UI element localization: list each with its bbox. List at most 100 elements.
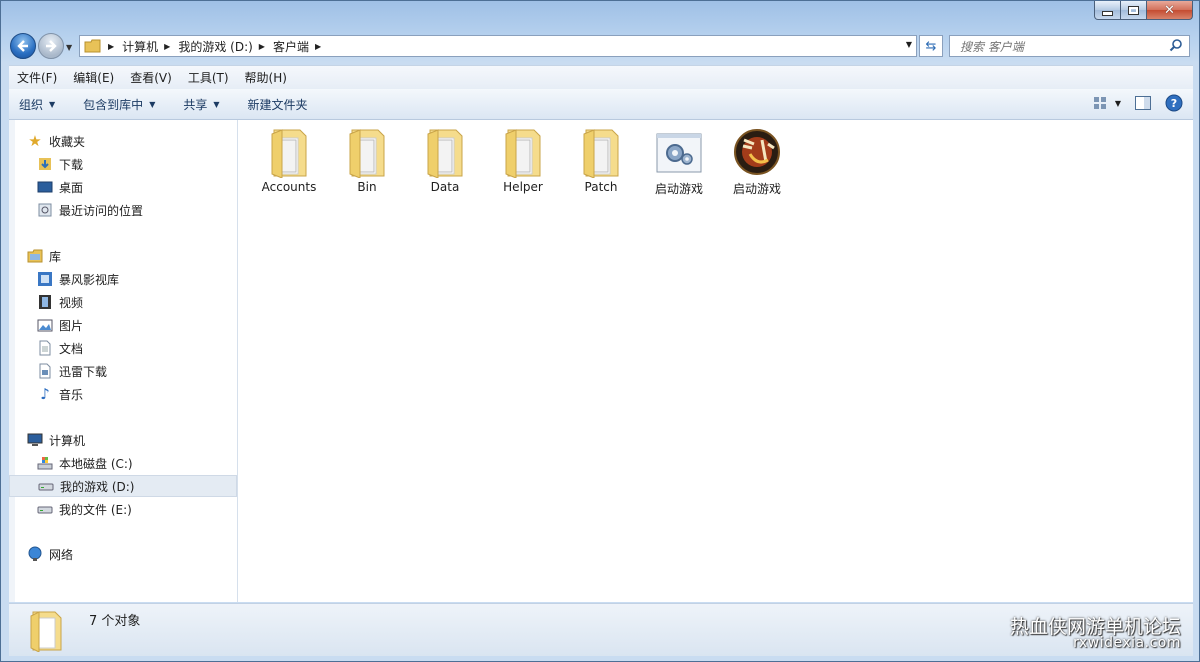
nav-label: 迅雷下载 — [59, 364, 108, 379]
chevron-down-icon: ▼ — [149, 99, 156, 109]
drive-icon — [38, 478, 54, 494]
help-icon[interactable]: ? — [1165, 94, 1183, 112]
include-library-label: 包含到库中 — [83, 97, 144, 112]
organize-button[interactable]: 组织 ▼ — [9, 96, 67, 113]
menu-edit[interactable]: 编辑(E) — [65, 69, 122, 86]
video-library-icon — [37, 271, 53, 287]
breadcrumb-arrow-icon[interactable]: ▶ — [315, 42, 321, 51]
nav-item-recent[interactable]: 最近访问的位置 — [37, 199, 237, 221]
nav-label: 音乐 — [59, 387, 84, 402]
watermark: 热血侠网游单机论坛 rxwidexia.com — [1010, 612, 1181, 651]
file-item-helper[interactable]: Helper — [486, 126, 560, 194]
nav-computer[interactable]: 计算机 — [27, 429, 237, 451]
nav-item-drive-e[interactable]: 我的文件 (E:) — [37, 498, 237, 520]
close-icon: ✕ — [1164, 2, 1175, 18]
nav-label: 桌面 — [59, 180, 84, 195]
new-folder-button[interactable]: 新建文件夹 — [236, 96, 320, 113]
nav-item-thunder-downloads[interactable]: 迅雷下载 — [37, 360, 237, 382]
breadcrumb-computer[interactable]: 计算机 — [122, 38, 158, 55]
refresh-button[interactable]: ⇆ — [919, 35, 943, 57]
nav-item-pictures[interactable]: 图片 — [37, 314, 237, 336]
folder-icon — [498, 126, 548, 179]
file-list: Accounts Bin Data Helper Patch 启动游戏 启动游戏 — [238, 120, 1193, 602]
new-folder-label: 新建文件夹 — [247, 97, 308, 112]
nav-item-drive-c[interactable]: 本地磁盘 (C:) — [37, 452, 237, 474]
preview-pane-icon[interactable] — [1135, 96, 1151, 110]
breadcrumb-arrow-icon[interactable]: ▶ — [108, 42, 114, 51]
nav-label: 收藏夹 — [49, 134, 86, 149]
menu-bar: 文件(F) 编辑(E) 查看(V) 工具(T) 帮助(H) — [9, 65, 1193, 89]
menu-view[interactable]: 查看(V) — [122, 69, 180, 86]
nav-item-baofeng-library[interactable]: 暴风影视库 — [37, 268, 237, 290]
back-button[interactable] — [10, 33, 36, 59]
breadcrumb-label: 计算机 — [122, 39, 159, 54]
maximize-icon — [1128, 5, 1139, 15]
film-icon — [37, 294, 53, 310]
breadcrumb-client[interactable]: 客户端 — [273, 38, 309, 55]
drive-icon — [37, 501, 53, 517]
file-item-launcher-settings[interactable]: 启动游戏 — [642, 126, 716, 197]
folder-icon — [84, 39, 101, 53]
nav-item-desktop[interactable]: 桌面 — [37, 176, 237, 198]
forward-arrow-icon — [46, 40, 57, 52]
share-label: 共享 — [183, 97, 208, 112]
nav-item-downloads[interactable]: 下载 — [37, 153, 237, 175]
change-view-button[interactable]: ▼ — [1093, 96, 1121, 110]
nav-label: 文档 — [59, 341, 84, 356]
recent-pages-dropdown[interactable]: ▼ — [66, 43, 72, 52]
file-name: 启动游戏 — [732, 182, 781, 196]
nav-favorites[interactable]: ★ 收藏夹 — [27, 130, 237, 152]
minimize-icon — [1102, 10, 1113, 16]
nav-network[interactable]: 网络 — [27, 543, 237, 565]
settings-app-icon — [654, 126, 704, 178]
view-grid-icon — [1093, 97, 1106, 109]
nav-item-videos[interactable]: 视频 — [37, 291, 237, 313]
download-folder-icon — [37, 156, 53, 172]
search-input[interactable] — [958, 37, 1162, 57]
address-bar[interactable]: ▶ 计算机 ▶ 我的游戏 (D:) ▶ 客户端 ▶ ▼ — [79, 35, 917, 57]
nav-libraries[interactable]: 库 — [27, 245, 237, 267]
include-in-library-button[interactable]: 包含到库中 ▼ — [71, 96, 167, 113]
search-box[interactable] — [949, 35, 1190, 57]
search-icon[interactable] — [1169, 38, 1183, 52]
breadcrumb-drive-d[interactable]: 我的游戏 (D:) — [178, 38, 252, 55]
file-name: Bin — [357, 180, 377, 194]
nav-label: 图片 — [59, 318, 84, 333]
breadcrumb-arrow-icon[interactable]: ▶ — [259, 42, 265, 51]
folder-icon — [30, 611, 62, 652]
forward-button[interactable] — [38, 33, 64, 59]
nav-label: 本地磁盘 (C:) — [59, 456, 133, 471]
desktop-icon — [37, 179, 53, 195]
file-item-launcher-game[interactable]: 启动游戏 — [720, 126, 794, 197]
nav-label: 我的文件 (E:) — [59, 502, 132, 517]
file-name: Patch — [584, 180, 618, 194]
picture-icon — [37, 317, 53, 333]
system-drive-icon — [37, 455, 53, 471]
nav-scroll-strip — [9, 120, 15, 602]
nav-item-music[interactable]: ♪ 音乐 — [37, 383, 237, 405]
music-note-icon: ♪ — [40, 385, 50, 403]
minimize-button[interactable] — [1094, 1, 1121, 20]
document-icon — [37, 340, 53, 356]
share-button[interactable]: 共享 ▼ — [171, 96, 231, 113]
file-item-accounts[interactable]: Accounts — [252, 126, 326, 194]
nav-label: 下载 — [59, 157, 84, 172]
close-button[interactable]: ✕ — [1147, 1, 1193, 20]
computer-icon — [27, 432, 43, 448]
back-arrow-icon — [17, 40, 28, 52]
breadcrumb-arrow-icon[interactable]: ▶ — [164, 42, 170, 51]
refresh-icon: ⇆ — [925, 38, 937, 54]
file-item-data[interactable]: Data — [408, 126, 482, 194]
game-logo-icon — [732, 126, 782, 178]
nav-item-drive-d[interactable]: 我的游戏 (D:) — [9, 475, 237, 497]
file-item-patch[interactable]: Patch — [564, 126, 638, 194]
menu-tools[interactable]: 工具(T) — [180, 69, 237, 86]
download-library-icon — [37, 363, 53, 379]
file-name: 启动游戏 — [654, 182, 703, 196]
menu-file[interactable]: 文件(F) — [9, 69, 65, 86]
maximize-button[interactable] — [1121, 1, 1147, 20]
nav-item-documents[interactable]: 文档 — [37, 337, 237, 359]
menu-help[interactable]: 帮助(H) — [237, 69, 295, 86]
file-item-bin[interactable]: Bin — [330, 126, 404, 194]
address-dropdown[interactable]: ▼ — [906, 40, 912, 49]
